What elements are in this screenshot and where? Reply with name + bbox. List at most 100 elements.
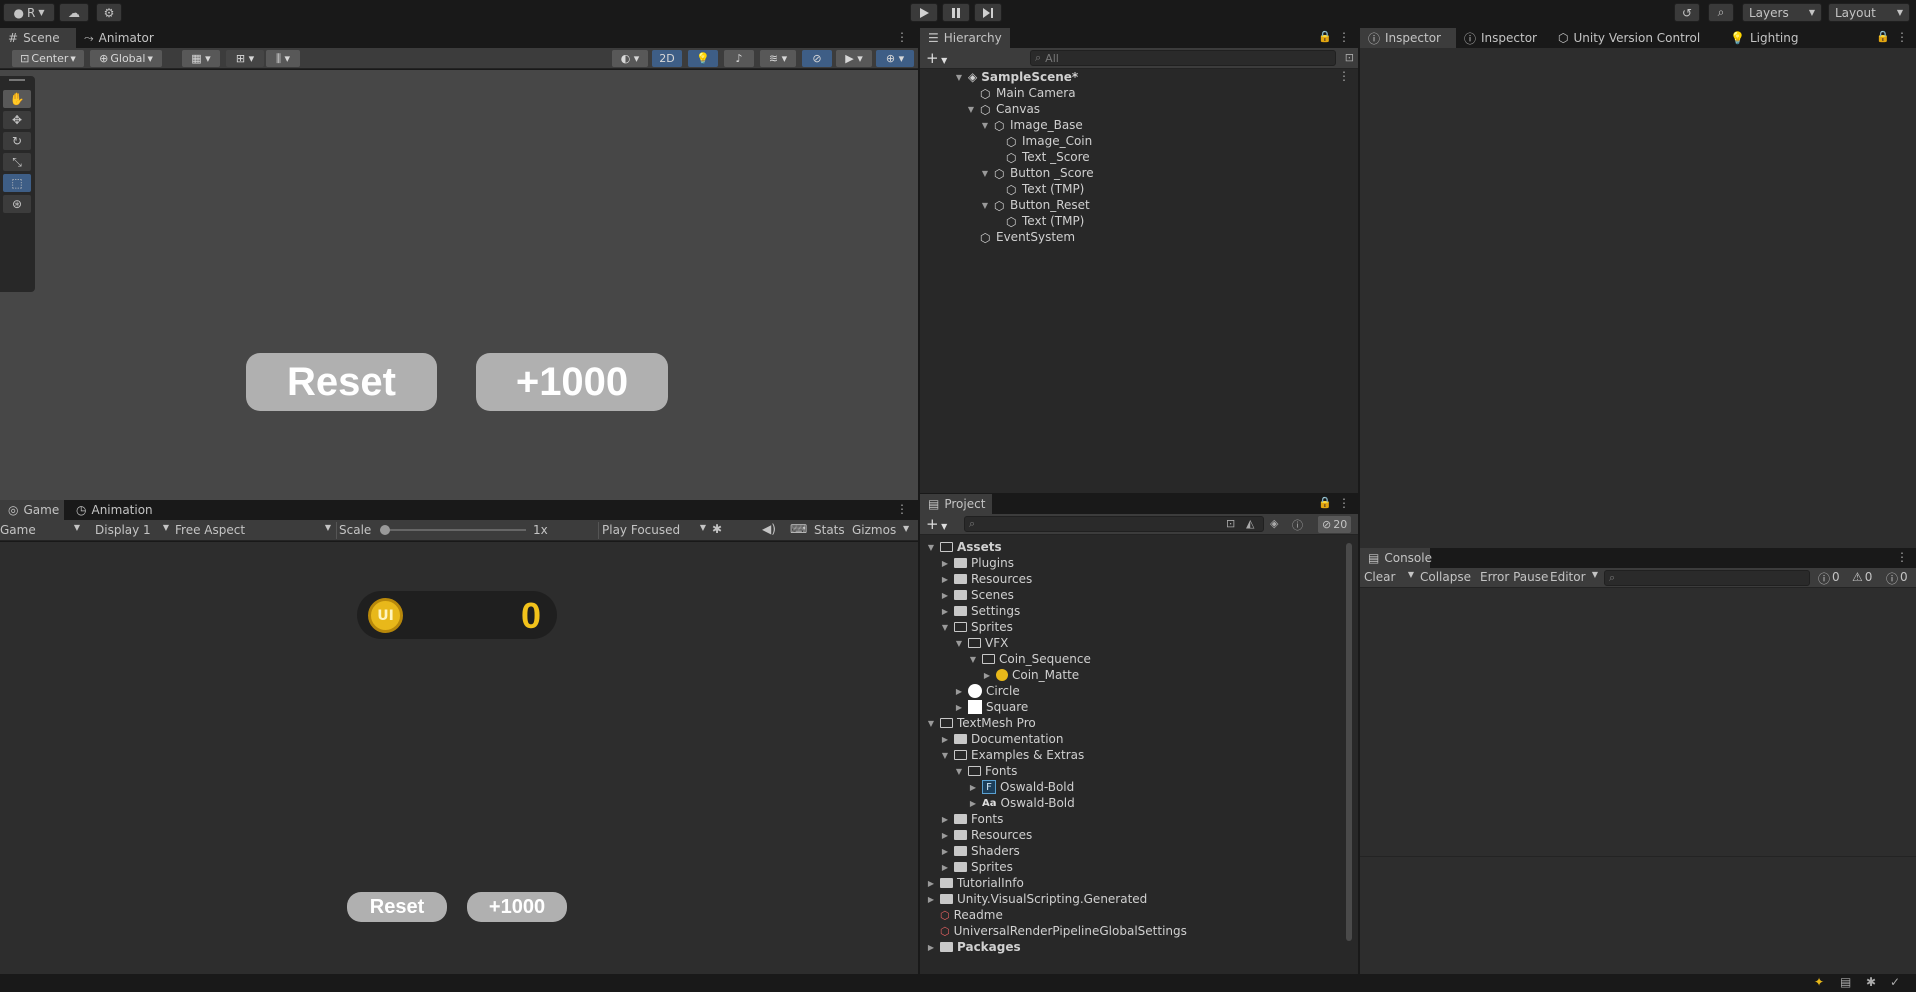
hand-tool-button[interactable]: ✋ (3, 90, 31, 108)
layout-dropdown[interactable]: Layout ▼ (1828, 3, 1910, 22)
transform-tool-button[interactable]: ⊛ (3, 195, 31, 213)
debug-mode-icon[interactable]: ✱ (1866, 975, 1876, 989)
tab-scene[interactable]: # Scene (0, 28, 76, 48)
tree-item-image-coin[interactable]: ⬡ Image_Coin (1006, 133, 1092, 149)
game-view[interactable]: UI 0 Reset +1000 (0, 542, 918, 974)
audio-toggle[interactable]: ♪ (724, 50, 754, 67)
project-item-oswald-asset[interactable]: ▶ F Oswald-Bold (968, 779, 1074, 795)
history-button[interactable]: ↺ (1674, 3, 1700, 22)
expand-triangle-icon[interactable]: ▼ (954, 73, 964, 82)
expand-triangle-icon[interactable]: ▶ (926, 943, 936, 952)
expand-triangle-icon[interactable]: ▶ (968, 783, 978, 792)
tree-item-eventsystem[interactable]: ⬡ EventSystem (980, 229, 1075, 245)
layers-dropdown[interactable]: Layers ▼ (1742, 3, 1822, 22)
game-reset-button[interactable]: Reset (347, 892, 447, 922)
console-search-input[interactable]: ⌕ (1604, 570, 1810, 586)
account-button[interactable]: ● R ▼ (3, 3, 55, 22)
expand-triangle-icon[interactable]: ▶ (940, 863, 950, 872)
stats-button[interactable]: Stats (814, 523, 845, 537)
expand-triangle-icon[interactable]: ▼ (968, 655, 978, 664)
project-item-readme[interactable]: ⬡ Readme (940, 907, 1003, 923)
search-button[interactable]: ⌕ (1708, 3, 1734, 22)
expand-triangle-icon[interactable]: ▼ (980, 169, 990, 178)
project-item-tutorialinfo[interactable]: ▶ TutorialInfo (926, 875, 1024, 891)
error-pause-button[interactable]: Error Pause (1480, 570, 1548, 584)
assets-root[interactable]: ▼ Assets (926, 539, 1002, 555)
kebab-menu-icon[interactable]: ⋮ (1896, 550, 1908, 564)
rect-tool-button[interactable]: ⬚ (3, 174, 31, 192)
expand-triangle-icon[interactable]: ▶ (940, 735, 950, 744)
project-item-coin-sequence[interactable]: ▼ Coin_Sequence (968, 651, 1091, 667)
expand-triangle-icon[interactable]: ▶ (940, 815, 950, 824)
tree-item-text-tmp[interactable]: ⬡ Text (TMP) (1006, 181, 1084, 197)
scene-reset-button[interactable]: Reset (246, 353, 437, 411)
filter-by-label-icon[interactable]: ◈ (1270, 517, 1278, 530)
tab-animation[interactable]: ◷ Animation (68, 500, 160, 520)
project-item-urp-settings[interactable]: ⬡ UniversalRenderPipelineGlobalSettings (940, 923, 1187, 939)
kebab-menu-icon[interactable]: ⋮ (896, 30, 908, 44)
gizmos-button[interactable]: ⊕ ▾ (876, 50, 914, 67)
tab-inspector-2[interactable]: ⓘ Inspector (1456, 28, 1548, 48)
project-item-resources[interactable]: ▶ Resources (940, 571, 1032, 587)
tree-item-main-camera[interactable]: ⬡ Main Camera (980, 85, 1076, 101)
expand-triangle-icon[interactable]: ▶ (940, 575, 950, 584)
tab-hierarchy[interactable]: ☰ Hierarchy (920, 28, 1010, 48)
progress-icon[interactable]: ✦ (1814, 975, 1824, 989)
gizmos-button[interactable]: Gizmos (852, 523, 896, 537)
play-focused-dropdown[interactable]: Play Focused ▼ (602, 523, 706, 537)
lock-icon[interactable]: 🔒 (1876, 30, 1890, 43)
project-item-settings[interactable]: ▶ Settings (940, 603, 1020, 619)
project-item-examples-extras[interactable]: ▼ Examples & Extras (940, 747, 1084, 763)
console-divider[interactable] (1360, 856, 1916, 857)
search-options-icon[interactable]: ⊡ (1345, 51, 1354, 64)
expand-triangle-icon[interactable]: ▼ (980, 201, 990, 210)
mute-audio-button[interactable]: ◀) (762, 522, 780, 536)
kebab-menu-icon[interactable]: ⋮ (1338, 30, 1350, 44)
align-button[interactable]: ⫼ ▾ (266, 50, 300, 67)
create-asset-button[interactable]: + ▼ (926, 515, 947, 533)
chevron-down-icon[interactable]: ▼ (903, 524, 909, 533)
hidden-packages-toggle[interactable]: ⊘ 20 (1318, 516, 1352, 533)
project-item-oswald-font[interactable]: ▶ Aa Oswald-Bold (968, 795, 1075, 811)
expand-triangle-icon[interactable]: ▼ (954, 639, 964, 648)
kebab-menu-icon[interactable]: ⋮ (1896, 30, 1908, 44)
expand-triangle-icon[interactable]: ▶ (940, 559, 950, 568)
tree-item-canvas[interactable]: ▼ ⬡ Canvas (966, 101, 1040, 117)
tab-project[interactable]: ▤ Project (920, 494, 992, 514)
tab-inspector[interactable]: ⓘ Inspector (1360, 28, 1456, 48)
lock-icon[interactable]: 🔒 (1318, 496, 1332, 509)
expand-triangle-icon[interactable]: ▼ (980, 121, 990, 130)
rotate-tool-button[interactable]: ↻ (3, 132, 31, 150)
scene-row[interactable]: ▼ ◈ SampleScene* (954, 69, 1078, 85)
project-item-visualscripting[interactable]: ▶ Unity.VisualScripting.Generated (926, 891, 1147, 907)
camera-button[interactable]: ▶ ▾ (836, 50, 872, 67)
project-item-square[interactable]: ▶ Square (954, 699, 1028, 715)
expand-triangle-icon[interactable]: ▼ (926, 543, 936, 552)
tab-version-control[interactable]: ⬡ Unity Version Control (1550, 28, 1718, 48)
expand-triangle-icon[interactable]: ▼ (926, 719, 936, 728)
collab-button[interactable]: ⚙ (96, 3, 122, 22)
kebab-menu-icon[interactable]: ⋮ (896, 502, 908, 516)
expand-triangle-icon[interactable]: ▶ (926, 895, 936, 904)
project-item-documentation[interactable]: ▶ Documentation (940, 731, 1064, 747)
step-button[interactable] (974, 3, 1002, 22)
play-button[interactable] (910, 3, 938, 22)
scene-view[interactable]: ✋ ✥ ↻ ⤡ ⬚ ⊛ Reset +1000 (0, 70, 918, 500)
project-item-sprites[interactable]: ▼ Sprites (940, 619, 1013, 635)
project-item-circle[interactable]: ▶ Circle (954, 683, 1020, 699)
game-view-dropdown[interactable]: Game ▼ (0, 523, 86, 537)
pivot-center-dropdown[interactable]: ⊡ Center ▼ (12, 50, 84, 67)
expand-triangle-icon[interactable]: ▼ (954, 767, 964, 776)
lighting-toggle[interactable]: 💡 (688, 50, 718, 67)
project-item-coin-matte[interactable]: ▶ Coin_Matte (982, 667, 1079, 683)
tab-console[interactable]: ▤ Console (1360, 548, 1432, 568)
log-icon[interactable]: ⓘ (1292, 517, 1303, 533)
tree-item-text-tmp[interactable]: ⬡ Text (TMP) (1006, 213, 1084, 229)
pause-button[interactable] (942, 3, 970, 22)
2d-toggle[interactable]: 2D (652, 50, 682, 67)
tree-item-button-score[interactable]: ▼ ⬡ Button _Score (980, 165, 1094, 181)
tree-item-image-base[interactable]: ▼ ⬡ Image_Base (980, 117, 1083, 133)
tab-animator[interactable]: ⤳ Animator (76, 28, 156, 48)
expand-triangle-icon[interactable]: ▶ (940, 847, 950, 856)
editor-dropdown[interactable]: Editor ▼ (1550, 570, 1598, 584)
